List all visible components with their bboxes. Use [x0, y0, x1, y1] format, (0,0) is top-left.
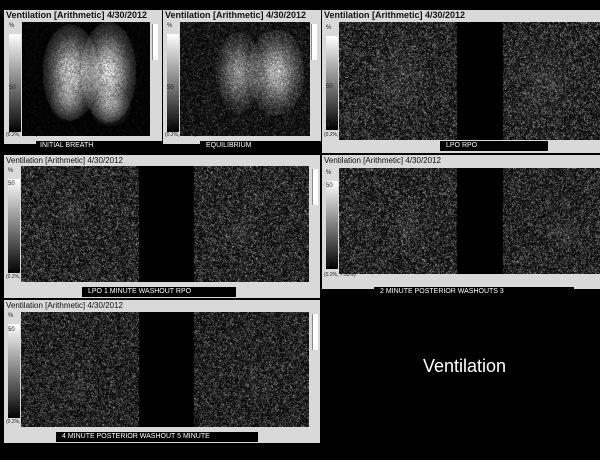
- scale-label-bottom: 0: [326, 123, 330, 129]
- scale-label-top: %: [326, 170, 332, 176]
- scan-panel-2-minute-washout: Ventilation [Arithmetic] 4/30/2012 % 50 …: [322, 155, 600, 289]
- scan-image: [21, 312, 309, 427]
- scale-label-bottom: 0: [9, 123, 13, 129]
- scale-label-top: %: [9, 23, 15, 29]
- panel-title: Ventilation [Arithmetic] 4/30/2012: [324, 10, 466, 20]
- caption-1-minute-washout: LPO 1 MINUTE WASHOUT RPO: [82, 287, 236, 297]
- scale-label-bottom: 0: [326, 263, 330, 269]
- scale-label-mid: 50: [8, 181, 15, 187]
- window-slider[interactable]: [312, 169, 318, 205]
- intensity-scale: [167, 34, 179, 132]
- scale-label-bottom: 0: [167, 123, 171, 129]
- scale-label-mid: 50: [326, 84, 333, 90]
- scan-panel-1-minute-washout: Ventilation [Arithmetic] 4/30/2012 % 50 …: [4, 155, 320, 298]
- scan-image: [339, 22, 600, 140]
- panel-title: Ventilation [Arithmetic] 4/30/2012: [6, 10, 148, 20]
- scan-image: [22, 22, 150, 136]
- caption-lpo-rpo: LPO RPO: [440, 141, 548, 151]
- scale-label-mid: 50: [167, 85, 174, 91]
- intensity-scale: [8, 179, 20, 273]
- window-slider[interactable]: [152, 24, 158, 60]
- panel-title: Ventilation [Arithmetic] 4/30/2012: [324, 156, 441, 165]
- intensity-scale: [326, 181, 338, 269]
- scale-label-mid: 50: [8, 327, 15, 333]
- intensity-scale: [9, 34, 21, 132]
- scale-label-mid: 50: [326, 183, 333, 189]
- panel-title: Ventilation [Arithmetic] 4/30/2012: [6, 156, 123, 165]
- scale-label-top: %: [8, 313, 14, 319]
- scale-label-top: %: [326, 25, 332, 31]
- scan-panel-lpo-rpo: Ventilation [Arithmetic] 4/30/2012 % 50 …: [322, 10, 600, 153]
- scale-label-top: %: [167, 23, 173, 29]
- scale-label-top: %: [8, 168, 14, 174]
- intensity-scale: [326, 36, 338, 130]
- window-slider[interactable]: [312, 314, 318, 350]
- scale-label-mid: 50: [9, 85, 16, 91]
- scan-panel-4-5-minute-washout: Ventilation [Arithmetic] 4/30/2012 % 50 …: [4, 300, 320, 443]
- caption-equilibrium: EQUILIBRIUM: [200, 141, 324, 151]
- panel-title: Ventilation [Arithmetic] 4/30/2012: [165, 10, 307, 20]
- caption-4-5-minute-washout: 4 MINUTE POSTERIOR WASHOUT 5 MINUTE: [56, 432, 258, 442]
- panel-title: Ventilation [Arithmetic] 4/30/2012: [6, 301, 123, 310]
- study-label: Ventilation: [423, 356, 507, 376]
- scan-panel-initial-breath: Ventilation [Arithmetic] 4/30/2012 % 50 …: [4, 10, 162, 144]
- scale-label-bottom: 0: [8, 265, 12, 271]
- intensity-scale: [8, 324, 20, 418]
- scan-image: [180, 22, 310, 136]
- scan-panel-equilibrium: Ventilation [Arithmetic] 4/30/2012 % 50 …: [163, 10, 321, 144]
- caption-2-minute-washout: 2 MINUTE POSTERIOR WASHOUTS 3: [374, 287, 574, 297]
- caption-initial-breath: INITIAL BREATH: [36, 141, 164, 151]
- window-slider[interactable]: [311, 24, 317, 60]
- scale-label-bottom: 0: [8, 410, 12, 416]
- scan-image: [21, 166, 309, 282]
- scan-image: [339, 168, 600, 274]
